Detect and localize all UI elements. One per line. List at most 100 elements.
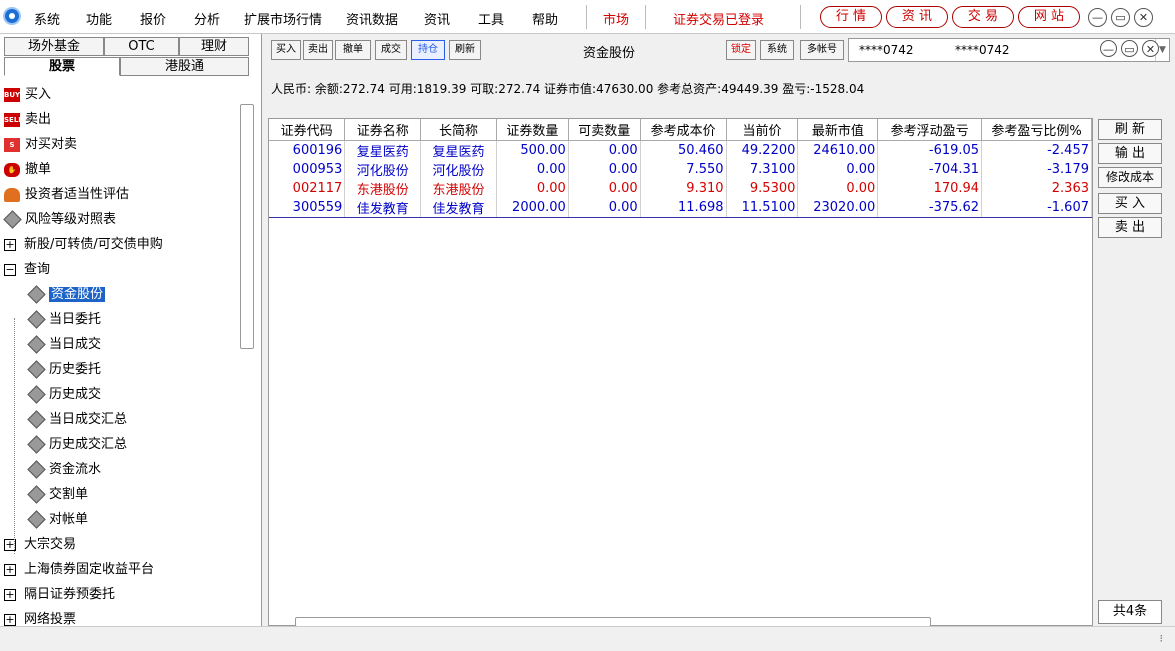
tree-item-risk[interactable]: 风险等级对照表 <box>3 209 116 231</box>
left-scrollbar[interactable] <box>240 104 254 349</box>
cell: 23020.00 <box>797 197 879 218</box>
col-header[interactable]: 最新市值 <box>797 119 879 141</box>
sell-side-button[interactable]: 卖 出 <box>1098 217 1162 238</box>
restore-icon[interactable]: ▭ <box>1121 40 1138 57</box>
menu-market[interactable]: 市场 <box>603 9 629 28</box>
tree-item-ipo[interactable]: + 新股/可转债/可交债申购 <box>4 234 163 256</box>
cell: 东港股份 <box>420 178 497 198</box>
cell: 东港股份 <box>344 178 422 198</box>
minimize-icon[interactable]: — <box>1088 8 1107 27</box>
website-pill-button[interactable]: 网 站 <box>1018 6 1080 28</box>
expand-icon[interactable]: + <box>4 563 16 576</box>
tree-item-query[interactable]: − 查询 <box>4 259 50 281</box>
cell: -375.62 <box>877 197 983 218</box>
cell: 24610.00 <box>797 140 879 160</box>
tree-item-vote[interactable]: + 网络投票 <box>4 609 76 626</box>
menu-quote[interactable]: 报价 <box>140 9 166 28</box>
tree-item-cashflow[interactable]: 资金流水 <box>27 459 101 481</box>
buy-side-button[interactable]: 买 入 <box>1098 193 1162 214</box>
tree-item-hist-summary[interactable]: 历史成交汇总 <box>27 434 127 456</box>
resize-grip-icon[interactable]: ⁝ <box>1160 632 1164 645</box>
menu-function[interactable]: 功能 <box>86 9 112 28</box>
cell: 0.00 <box>797 178 879 198</box>
menu-system[interactable]: 系统 <box>34 9 60 28</box>
col-header[interactable]: 长简称 <box>420 119 497 141</box>
edit-cost-button[interactable]: 修改成本 <box>1098 167 1162 188</box>
export-button[interactable]: 输 出 <box>1098 143 1162 164</box>
cancel-button[interactable]: 撤单 <box>335 40 371 60</box>
tree-item-assess[interactable]: 投资者适当性评估 <box>4 184 129 206</box>
tree-item-bond-platform[interactable]: + 上海债券固定收益平台 <box>4 559 154 581</box>
tree-item-buysell[interactable]: S 对买对卖 <box>4 134 77 156</box>
menu-info-data[interactable]: 资讯数据 <box>346 9 398 28</box>
tab-otc-fund[interactable]: 场外基金 <box>4 37 104 56</box>
holdings-button[interactable]: 持仓 <box>411 40 445 60</box>
collapse-icon[interactable]: − <box>4 263 16 276</box>
cell: 0.00 <box>568 159 641 179</box>
tree-item-statement[interactable]: 对帐单 <box>27 509 88 531</box>
tree-item-hist-deals[interactable]: 历史成交 <box>27 384 101 406</box>
restore-icon[interactable]: ▭ <box>1111 8 1130 27</box>
tree-item-today-deals[interactable]: 当日成交 <box>27 334 101 356</box>
col-header[interactable]: 当前价 <box>726 119 799 141</box>
table-header-row: 证券代码 证券名称 长简称 证券数量 可卖数量 参考成本价 当前价 最新市值 参… <box>269 119 1092 141</box>
col-header[interactable]: 可卖数量 <box>568 119 641 141</box>
col-header[interactable]: 参考浮动盈亏 <box>877 119 983 141</box>
expand-icon[interactable]: + <box>4 588 16 601</box>
tab-otc[interactable]: OTC <box>104 37 179 56</box>
diamond-icon <box>27 385 46 404</box>
refresh-button[interactable]: 刷 新 <box>1098 119 1162 140</box>
expand-icon[interactable]: + <box>4 238 16 251</box>
quote-pill-button[interactable]: 行 情 <box>820 6 882 28</box>
cell: 49.2200 <box>726 140 799 160</box>
cell: 复星医药 <box>420 140 497 160</box>
diamond-icon <box>27 285 46 304</box>
refresh-toolbar-button[interactable]: 刷新 <box>449 40 481 60</box>
lock-button[interactable]: 锁定 <box>726 40 756 60</box>
buysell-icon: S <box>4 137 20 152</box>
menu-analysis[interactable]: 分析 <box>194 9 220 28</box>
table-row[interactable]: 002117 东港股份 东港股份 0.00 0.00 9.310 9.5300 … <box>269 178 1092 198</box>
tree-item-pre-order[interactable]: + 隔日证券预委托 <box>4 584 115 606</box>
tree-item-sell[interactable]: SELL 卖出 <box>4 109 51 131</box>
col-header[interactable]: 参考成本价 <box>640 119 727 141</box>
col-header[interactable]: 证券数量 <box>496 119 569 141</box>
cell: 7.550 <box>640 159 727 179</box>
tab-wealth[interactable]: 理财 <box>179 37 249 56</box>
cell: 佳发教育 <box>420 197 497 218</box>
tab-hk-connect[interactable]: 港股通 <box>120 57 249 76</box>
cell: 170.94 <box>877 178 983 198</box>
col-header[interactable]: 参考盈亏比例% <box>981 119 1092 141</box>
table-row[interactable]: 000953 河化股份 河化股份 0.00 0.00 7.550 7.3100 … <box>269 159 1092 179</box>
tab-stock[interactable]: 股票 <box>4 57 120 76</box>
tree-item-funds-shares[interactable]: 资金股份 <box>27 284 106 306</box>
tree-item-hist-orders[interactable]: 历史委托 <box>27 359 101 381</box>
menu-ext-market[interactable]: 扩展市场行情 <box>244 9 322 28</box>
tree-item-buy[interactable]: BUY 买入 <box>4 84 51 106</box>
tree-item-today-summary[interactable]: 当日成交汇总 <box>27 409 127 431</box>
close-icon[interactable]: ✕ <box>1142 40 1159 57</box>
col-header[interactable]: 证券名称 <box>344 119 422 141</box>
sell-button[interactable]: 卖出 <box>303 40 333 60</box>
col-header[interactable]: 证券代码 <box>269 119 346 141</box>
menu-tools[interactable]: 工具 <box>478 9 504 28</box>
menu-info[interactable]: 资讯 <box>424 9 450 28</box>
multi-account-button[interactable]: 多帐号 <box>800 40 844 60</box>
buy-button[interactable]: 买入 <box>271 40 301 60</box>
login-status: 证券交易已登录 <box>673 13 765 28</box>
table-row[interactable]: 600196 复星医药 复星医药 500.00 0.00 50.460 49.2… <box>269 140 1092 160</box>
expand-icon[interactable]: + <box>4 613 16 626</box>
deals-button[interactable]: 成交 <box>375 40 407 60</box>
menu-help[interactable]: 帮助 <box>532 9 558 28</box>
info-pill-button[interactable]: 资 讯 <box>886 6 948 28</box>
system-button[interactable]: 系统 <box>760 40 794 60</box>
tree-item-cancel[interactable]: ✋ 撤单 <box>4 159 51 181</box>
minimize-icon[interactable]: — <box>1100 40 1117 57</box>
function-tree: BUY 买入 SELL 卖出 S 对买对卖 ✋ 撤单 投资者适当性评估 风险等级对照表 … <box>0 84 240 626</box>
tree-item-settlement[interactable]: 交割单 <box>27 484 88 506</box>
table-row[interactable]: 300559 佳发教育 佳发教育 2000.00 0.00 11.698 11.… <box>269 197 1092 218</box>
tree-item-today-orders[interactable]: 当日委托 <box>27 309 101 331</box>
cell: 7.3100 <box>726 159 799 179</box>
close-icon[interactable]: ✕ <box>1134 8 1153 27</box>
trade-pill-button[interactable]: 交 易 <box>952 6 1014 28</box>
